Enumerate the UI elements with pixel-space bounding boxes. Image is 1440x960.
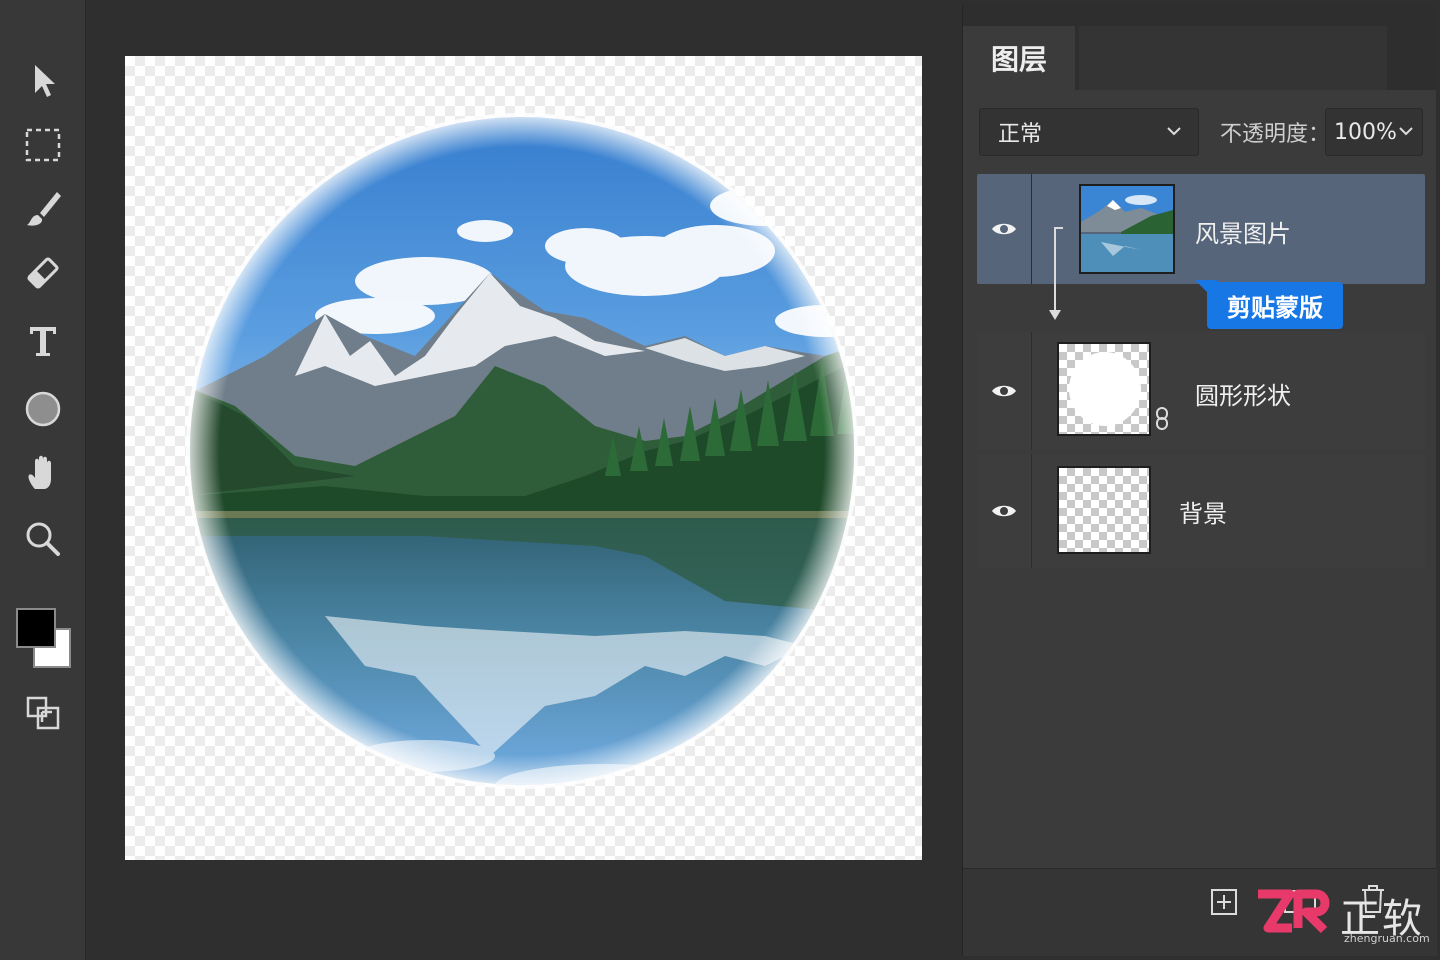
eraser-icon — [27, 257, 59, 289]
arrow-cursor-icon — [35, 65, 55, 97]
layer-row-background[interactable]: 背景 — [977, 454, 1425, 568]
blend-mode-value: 正常 — [998, 122, 1043, 147]
brush-icon — [27, 192, 61, 226]
eye-icon — [992, 505, 1016, 517]
layer-name: 圆形形状 — [1195, 382, 1291, 410]
arrange-layers-icon — [26, 696, 60, 730]
chevron-down-icon — [1399, 127, 1413, 136]
layer-row-circle-shape[interactable]: 圆形形状 — [977, 332, 1425, 450]
layer-name: 背景 — [1179, 500, 1227, 528]
opacity-label: 不透明度： — [1220, 122, 1331, 147]
marquee-tool-button[interactable] — [20, 122, 66, 168]
clipping-arrow-icon — [1049, 227, 1063, 320]
layer-visibility-toggle[interactable] — [977, 454, 1031, 568]
eye-icon — [992, 385, 1016, 397]
layer-thumbnail — [1057, 466, 1151, 554]
layer-name: 风景图片 — [1195, 220, 1291, 248]
watermark-logo: 正软 zhengruan.com — [1254, 884, 1434, 948]
document-canvas[interactable] — [125, 56, 922, 860]
hand-icon — [28, 455, 51, 489]
panel-tab-bar: 图层 — [963, 4, 1437, 90]
arrange-tool-button[interactable] — [20, 690, 66, 736]
zoom-tool-button[interactable] — [20, 516, 66, 562]
add-layer-icon[interactable] — [1209, 887, 1239, 917]
layer-thumbnail — [1057, 342, 1151, 436]
magnifier-icon — [26, 522, 60, 556]
tools-toolbar — [0, 0, 86, 960]
tab-bar-empty — [1079, 26, 1387, 90]
eye-icon — [992, 223, 1016, 235]
zr-logo-icon — [1258, 889, 1330, 934]
column-separator — [1031, 454, 1032, 568]
clipped-landscape-image — [186, 113, 858, 789]
circle-shape-icon — [25, 391, 61, 427]
watermark-url: zhengruan.com — [1344, 932, 1430, 945]
opacity-value: 100% — [1334, 119, 1397, 145]
canvas-workspace — [86, 0, 960, 960]
column-separator — [1031, 332, 1032, 450]
eraser-tool-button[interactable] — [20, 250, 66, 296]
blend-mode-select[interactable]: 正常 — [979, 108, 1199, 156]
clipping-mask-badge: 剪贴蒙版 — [1207, 282, 1343, 329]
move-tool-button[interactable] — [20, 58, 66, 104]
opacity-select[interactable]: 100% — [1325, 108, 1423, 156]
foreground-color-swatch[interactable] — [16, 608, 56, 648]
tab-layers[interactable]: 图层 — [963, 26, 1075, 90]
brush-tool-button[interactable] — [20, 186, 66, 232]
type-t-icon — [30, 327, 56, 356]
layer-row-landscape[interactable]: 风景图片 — [977, 174, 1425, 284]
chevron-down-icon — [1167, 127, 1181, 136]
layer-thumbnail — [1079, 184, 1175, 274]
type-tool-button[interactable] — [20, 318, 66, 364]
column-separator — [1031, 174, 1032, 284]
link-icon — [1156, 407, 1168, 430]
layer-visibility-toggle[interactable] — [977, 174, 1031, 284]
rectangular-marquee-icon — [25, 128, 61, 162]
layer-visibility-toggle[interactable] — [977, 332, 1031, 450]
hand-tool-button[interactable] — [20, 450, 66, 496]
ellipse-tool-button[interactable] — [20, 386, 66, 432]
layers-panel: 图层 正常 不透明度： 100% 风景图片 圆形形状 背景 剪贴蒙版 — [962, 4, 1437, 956]
